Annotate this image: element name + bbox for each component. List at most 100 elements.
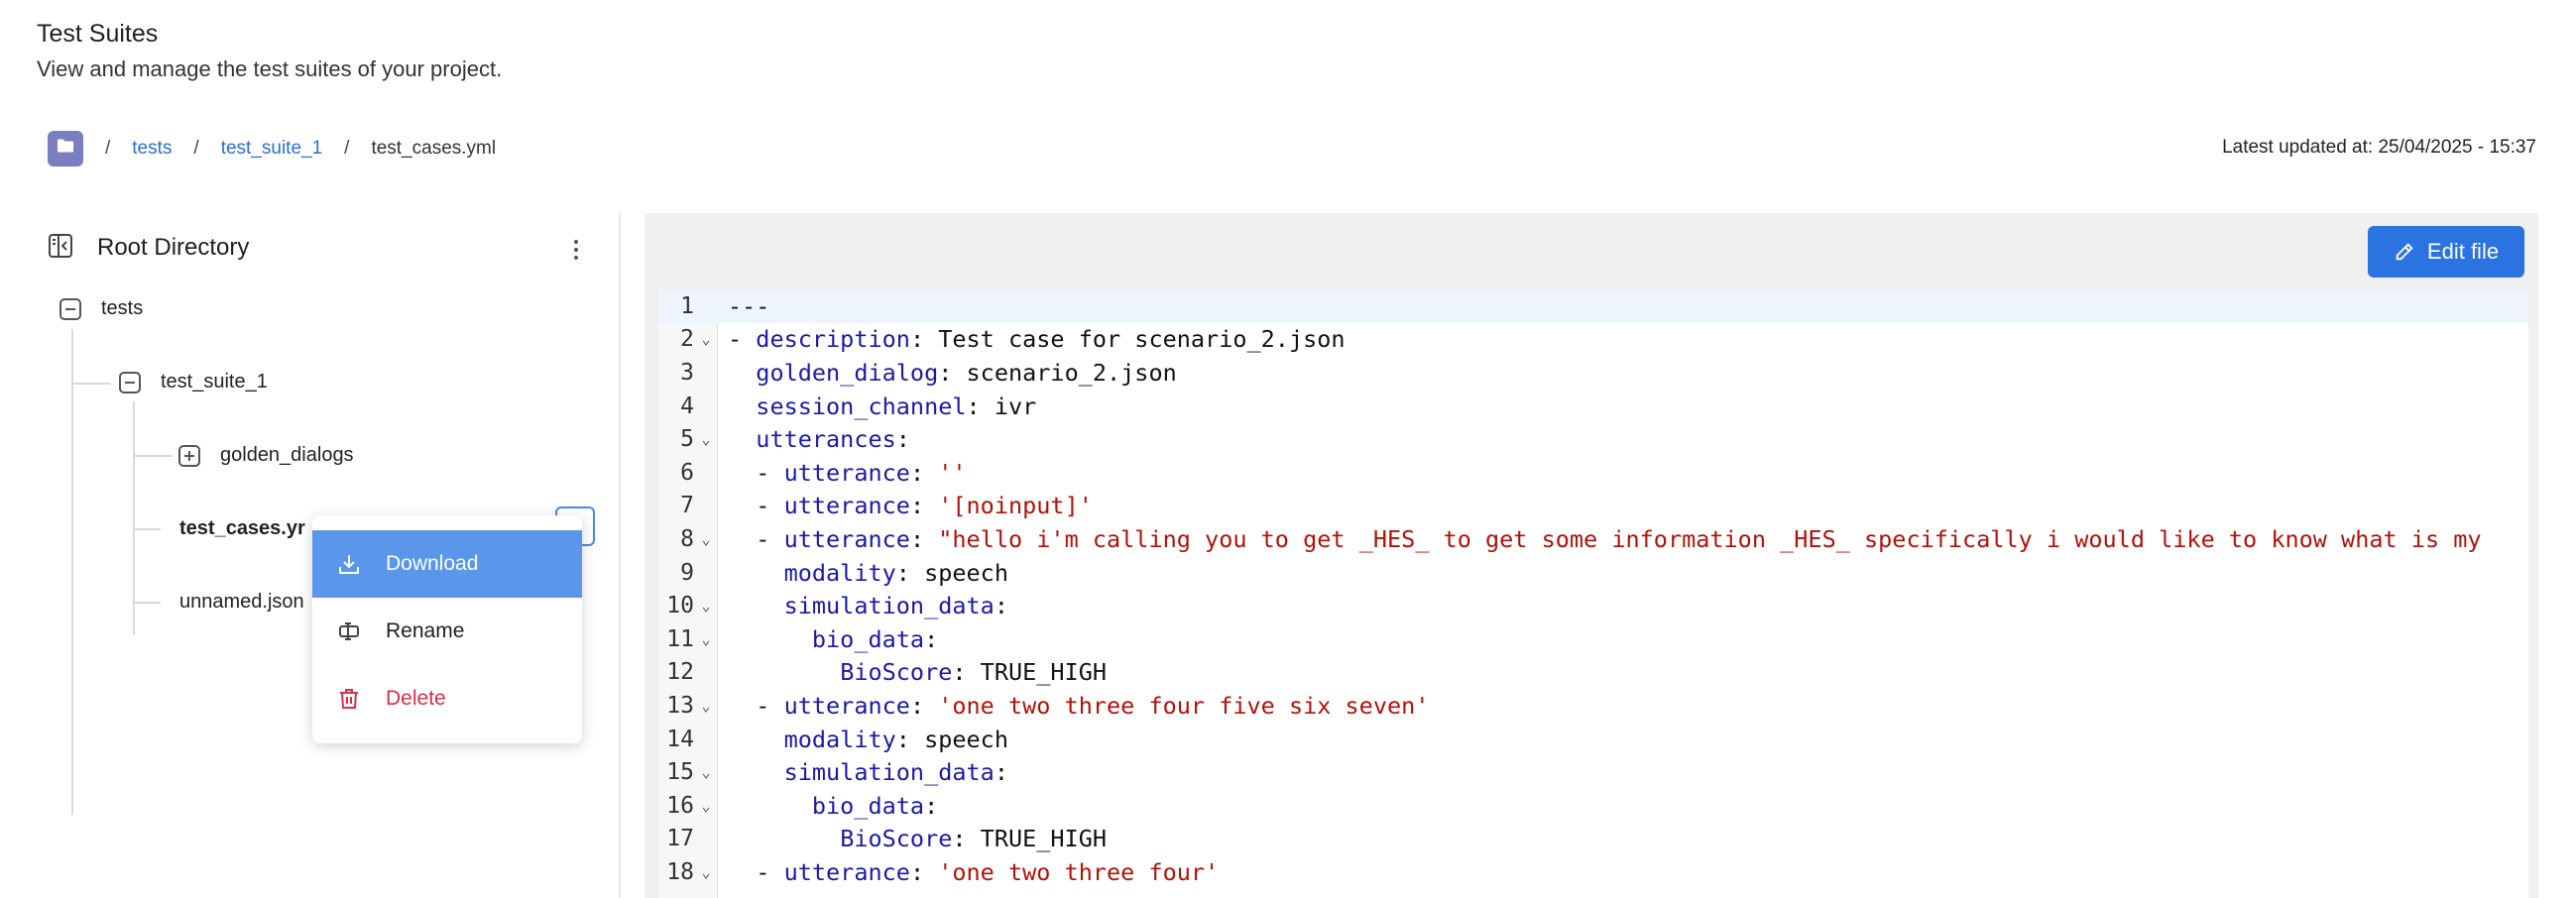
tree-guide — [133, 455, 173, 457]
fold-chevron-icon[interactable]: ⌄ — [694, 330, 718, 348]
line-number: 17 — [666, 826, 694, 852]
breadcrumb-separator: / — [105, 138, 111, 159]
breadcrumb-link-test-suite[interactable]: test_suite_1 — [221, 138, 322, 160]
breadcrumb-separator: / — [344, 138, 350, 159]
code-line: 6 - utterance: '' — [658, 456, 2528, 490]
last-updated: Latest updated at: 25/04/2025 - 15:37 — [2222, 137, 2536, 159]
breadcrumb: / tests / test_suite_1 / test_cases.yml — [48, 131, 496, 167]
menu-item-download[interactable]: Download — [312, 530, 582, 598]
code-text: - utterance: '[noinput]' — [728, 492, 1093, 520]
fold-chevron-icon[interactable]: ⌄ — [694, 763, 718, 781]
expand-icon[interactable] — [178, 444, 200, 467]
line-number: 5 — [680, 426, 694, 453]
more-options-icon[interactable] — [561, 233, 591, 267]
pencil-icon — [2396, 243, 2413, 261]
breadcrumb-current: test_cases.yml — [371, 138, 497, 159]
code-line: 14 modality: speech — [658, 723, 2528, 756]
last-updated-value: 25/04/2025 - 15:37 — [2378, 137, 2536, 158]
line-number: 11 — [666, 625, 694, 652]
root-directory-header: Root Directory — [48, 228, 249, 268]
edit-file-label: Edit file — [2426, 239, 2500, 264]
tree-guide — [133, 602, 161, 604]
line-number: 6 — [680, 459, 694, 486]
line-number: 12 — [666, 659, 694, 686]
line-number: 7 — [680, 493, 694, 519]
code-line: 13 ⌄ - utterance: 'one two three four fiv… — [658, 689, 2528, 723]
tree-guide — [133, 528, 161, 530]
code-text: simulation_data: — [783, 592, 1008, 620]
menu-item-delete[interactable]: Delete — [312, 665, 582, 732]
code-line: 2 ⌄ - description: Test case for scenario_… — [658, 323, 2528, 357]
code-line: 12 BioScore: TRUE_HIGH — [658, 656, 2528, 690]
line-number: 16 — [666, 792, 694, 819]
line-number: 10 — [666, 593, 694, 619]
code-line: 1 --- — [658, 289, 2528, 323]
file-editor-panel: Edit file 1 --- 2 ⌄ - description: Test case… — [644, 213, 2538, 898]
fold-chevron-icon[interactable]: ⌄ — [694, 630, 718, 648]
file-context-menu: Download Rename Delete — [312, 515, 582, 743]
tree-node-label: golden_dialogs — [220, 444, 354, 466]
download-icon — [336, 551, 362, 577]
fold-chevron-icon[interactable]: ⌄ — [694, 530, 718, 548]
root-directory-title: Root Directory — [97, 234, 250, 261]
breadcrumb-home-button[interactable] — [48, 131, 83, 167]
fold-chevron-icon[interactable]: ⌄ — [694, 697, 718, 715]
tree-guide — [71, 383, 111, 385]
menu-item-label: Download — [386, 552, 479, 575]
line-number: 13 — [666, 692, 694, 719]
tree-node-test-suite-1[interactable]: test_suite_1 — [119, 371, 268, 393]
line-number: 15 — [666, 759, 694, 786]
code-line: 9 modality: speech — [658, 556, 2528, 590]
code-line: 4 session_channel: ivr — [658, 390, 2528, 423]
code-line: 15 ⌄ simulation_data: — [658, 755, 2528, 789]
code-line: 18 ⌄ - utterance: 'one two three four' — [658, 855, 2528, 889]
menu-item-label: Rename — [386, 619, 465, 642]
fold-chevron-icon[interactable]: ⌄ — [694, 430, 718, 448]
code-line: 3 golden_dialog: scenario_2.json — [658, 356, 2528, 390]
code-text: bio_data: — [811, 791, 939, 820]
code-text: - utterance: 'one two three four' — [728, 857, 1220, 886]
collapse-panel-icon[interactable] — [48, 233, 73, 264]
tree-node-label: test_cases.yr — [179, 517, 305, 539]
code-text: golden_dialog: scenario_2.json — [756, 358, 1177, 387]
line-number: 18 — [666, 858, 694, 885]
menu-item-rename[interactable]: Rename — [312, 598, 582, 665]
tree-node-test-cases-file[interactable]: test_cases.yr — [179, 517, 313, 540]
rename-icon — [336, 618, 362, 644]
code-line: 7 - utterance: '[noinput]' — [658, 490, 2528, 523]
code-text: modality: speech — [783, 725, 1008, 753]
trash-icon — [336, 686, 362, 712]
code-text: simulation_data: — [783, 758, 1008, 787]
collapse-icon[interactable] — [59, 297, 81, 320]
breadcrumb-link-tests[interactable]: tests — [132, 138, 172, 160]
edit-file-button[interactable]: Edit file — [2368, 226, 2524, 278]
code-line: 5 ⌄ utterances: — [658, 422, 2528, 456]
code-text: - utterance: "hello i'm calling you to g… — [728, 524, 2482, 553]
tree-node-label: test_suite_1 — [161, 371, 268, 393]
code-text: - utterance: '' — [728, 458, 967, 487]
code-editor[interactable]: 1 --- 2 ⌄ - description: Test case for scena… — [658, 289, 2528, 898]
line-number: 2 — [680, 326, 694, 353]
tree-guide — [133, 401, 135, 635]
fold-chevron-icon[interactable]: ⌄ — [694, 597, 718, 615]
breadcrumb-separator: / — [193, 138, 199, 159]
fold-chevron-icon[interactable]: ⌄ — [694, 797, 718, 815]
code-line: 10 ⌄ simulation_data: — [658, 589, 2528, 622]
code-text: utterances: — [756, 425, 910, 454]
tree-node-tests[interactable]: tests — [59, 297, 143, 320]
folder-icon — [57, 138, 74, 160]
tree-node-unnamed-json[interactable]: unnamed.json — [179, 591, 304, 614]
code-text: BioScore: TRUE_HIGH — [840, 825, 1108, 853]
code-text: - description: Test case for scenario_2.… — [728, 325, 1346, 354]
line-number: 4 — [680, 393, 694, 419]
fold-chevron-icon[interactable]: ⌄ — [694, 863, 718, 881]
code-text: bio_data: — [811, 624, 939, 653]
code-text: modality: speech — [783, 558, 1008, 587]
code-text: session_channel: ivr — [756, 392, 1037, 420]
collapse-icon[interactable] — [119, 371, 141, 393]
tree-node-golden-dialogs[interactable]: golden_dialogs — [178, 444, 354, 467]
code-line: 8 ⌄ - utterance: "hello i'm calling you t… — [658, 522, 2528, 556]
code-text: BioScore: TRUE_HIGH — [840, 658, 1108, 687]
last-updated-label: Latest updated at: — [2222, 137, 2374, 158]
code-text: --- — [728, 291, 770, 320]
